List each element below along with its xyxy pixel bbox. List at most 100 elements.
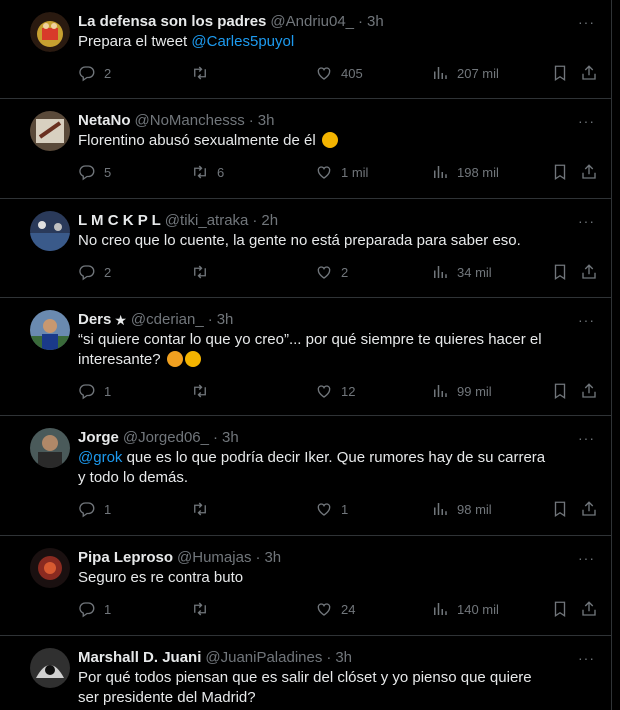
bookmark-button[interactable] [551,500,569,518]
retweet-button[interactable]: 6 [191,163,224,181]
avatar[interactable] [30,428,70,468]
heart-icon [315,163,333,181]
user-handle[interactable]: @Humajas [177,548,251,568]
share-icon [580,64,598,82]
tweet-3[interactable]: L M C K P L @tiki_atraka · 2h ··· No cre… [0,199,611,298]
share-icon [580,600,598,618]
more-options-icon[interactable]: ··· [578,14,595,30]
mention-link[interactable]: @grok [78,449,122,466]
share-button[interactable] [580,382,598,400]
reply-button[interactable]: 2 [78,64,111,82]
more-options-icon[interactable]: ··· [578,430,595,446]
like-count: 1 mil [341,164,369,180]
more-options-icon[interactable]: ··· [578,213,595,229]
share-button[interactable] [580,64,598,82]
avatar[interactable] [30,211,70,251]
tweet-text-content: Florentino abusó sexualmente de él [78,132,316,149]
reply-button[interactable]: 1 [78,382,111,400]
separator: · [248,112,254,129]
timeline-feed: La defensa son los padres @Andriu04_ · 3… [0,0,612,710]
views-button[interactable]: 34 mil [431,263,492,281]
like-button[interactable]: 1 [315,500,348,518]
retweet-button[interactable] [191,64,217,82]
tweet-actions: 1 12 99 mil [78,370,595,412]
user-handle[interactable]: @NoManchesss [135,111,245,131]
display-name[interactable]: La defensa son los padres [78,12,266,32]
retweet-count: 6 [217,164,225,180]
timestamp[interactable]: 3h [367,12,384,32]
bookmark-icon [551,263,569,281]
bookmark-button[interactable] [551,600,569,618]
more-options-icon[interactable]: ··· [578,650,595,666]
avatar[interactable] [30,12,70,52]
like-button[interactable]: 12 [315,382,355,400]
retweet-icon [191,600,209,618]
avatar[interactable] [30,310,70,350]
user-handle[interactable]: @cderian_ [131,310,204,330]
reply-button[interactable]: 5 [78,163,111,181]
retweet-button[interactable] [191,500,217,518]
like-count: 1 [341,501,349,517]
retweet-icon [191,163,209,181]
tweet-4[interactable]: Ders ★ @cderian_ · 3h ··· “si quiere con… [0,298,611,416]
tweet-5[interactable]: Jorge @Jorged06_ · 3h ··· @grok que es l… [0,416,611,536]
display-name[interactable]: Ders [78,310,111,330]
share-button[interactable] [580,163,598,181]
view-count: 140 mil [457,601,499,617]
user-handle[interactable]: @tiki_atraka [165,211,249,231]
like-button[interactable]: 24 [315,600,355,618]
share-button[interactable] [580,600,598,618]
mention-link[interactable]: @Carles5puyol [191,33,294,50]
more-options-icon[interactable]: ··· [578,113,595,129]
more-options-icon[interactable]: ··· [578,312,595,328]
avatar[interactable] [30,548,70,588]
like-button[interactable]: 1 mil [315,163,368,181]
display-name[interactable]: L M C K P L [78,211,161,231]
separator: · [326,649,332,666]
bookmark-button[interactable] [551,64,569,82]
timestamp[interactable]: 3h [335,648,352,668]
bookmark-button[interactable] [551,382,569,400]
display-name[interactable]: NetaNo [78,111,131,131]
reply-button[interactable]: 2 [78,263,111,281]
avatar[interactable] [30,648,70,688]
tweet-2[interactable]: NetaNo @NoManchesss · 3h ··· Florentino … [0,99,611,199]
reply-button[interactable]: 1 [78,600,111,618]
reply-button[interactable]: 1 [78,500,111,518]
retweet-button[interactable] [191,600,217,618]
views-button[interactable]: 99 mil [431,382,492,400]
retweet-button[interactable] [191,382,217,400]
user-handle[interactable]: @JuaniPaladines [205,648,322,668]
views-button[interactable]: 207 mil [431,64,499,82]
views-button[interactable]: 98 mil [431,500,492,518]
share-button[interactable] [580,263,598,281]
timestamp[interactable]: 2h [261,211,278,231]
like-button[interactable]: 405 [315,64,363,82]
user-handle[interactable]: @Jorged06_ [123,428,209,448]
tweet-7[interactable]: Marshall D. Juani @JuaniPaladines · 3h ·… [0,636,611,710]
star-badge-icon: ★ [114,312,127,328]
avatar[interactable] [30,111,70,151]
tweet-6[interactable]: Pipa Leproso @Humajas · 3h ··· Seguro es… [0,536,611,636]
views-button[interactable]: 140 mil [431,600,499,618]
display-name[interactable]: Marshall D. Juani [78,648,201,668]
view-count: 34 mil [457,264,492,280]
tweet-1[interactable]: La defensa son los padres @Andriu04_ · 3… [0,0,611,99]
timestamp[interactable]: 3h [264,548,281,568]
display-name[interactable]: Jorge [78,428,119,448]
display-name[interactable]: Pipa Leproso [78,548,173,568]
like-button[interactable]: 2 [315,263,348,281]
timestamp[interactable]: 3h [222,428,239,448]
bookmark-button[interactable] [551,163,569,181]
like-count: 12 [341,383,356,399]
views-button[interactable]: 198 mil [431,163,499,181]
view-count: 198 mil [457,164,499,180]
timestamp[interactable]: 3h [217,310,234,330]
user-handle[interactable]: @Andriu04_ [270,12,354,32]
share-button[interactable] [580,500,598,518]
bookmark-button[interactable] [551,263,569,281]
retweet-button[interactable] [191,263,217,281]
more-options-icon[interactable]: ··· [578,550,595,566]
timestamp[interactable]: 3h [258,111,275,131]
like-count: 2 [341,264,349,280]
